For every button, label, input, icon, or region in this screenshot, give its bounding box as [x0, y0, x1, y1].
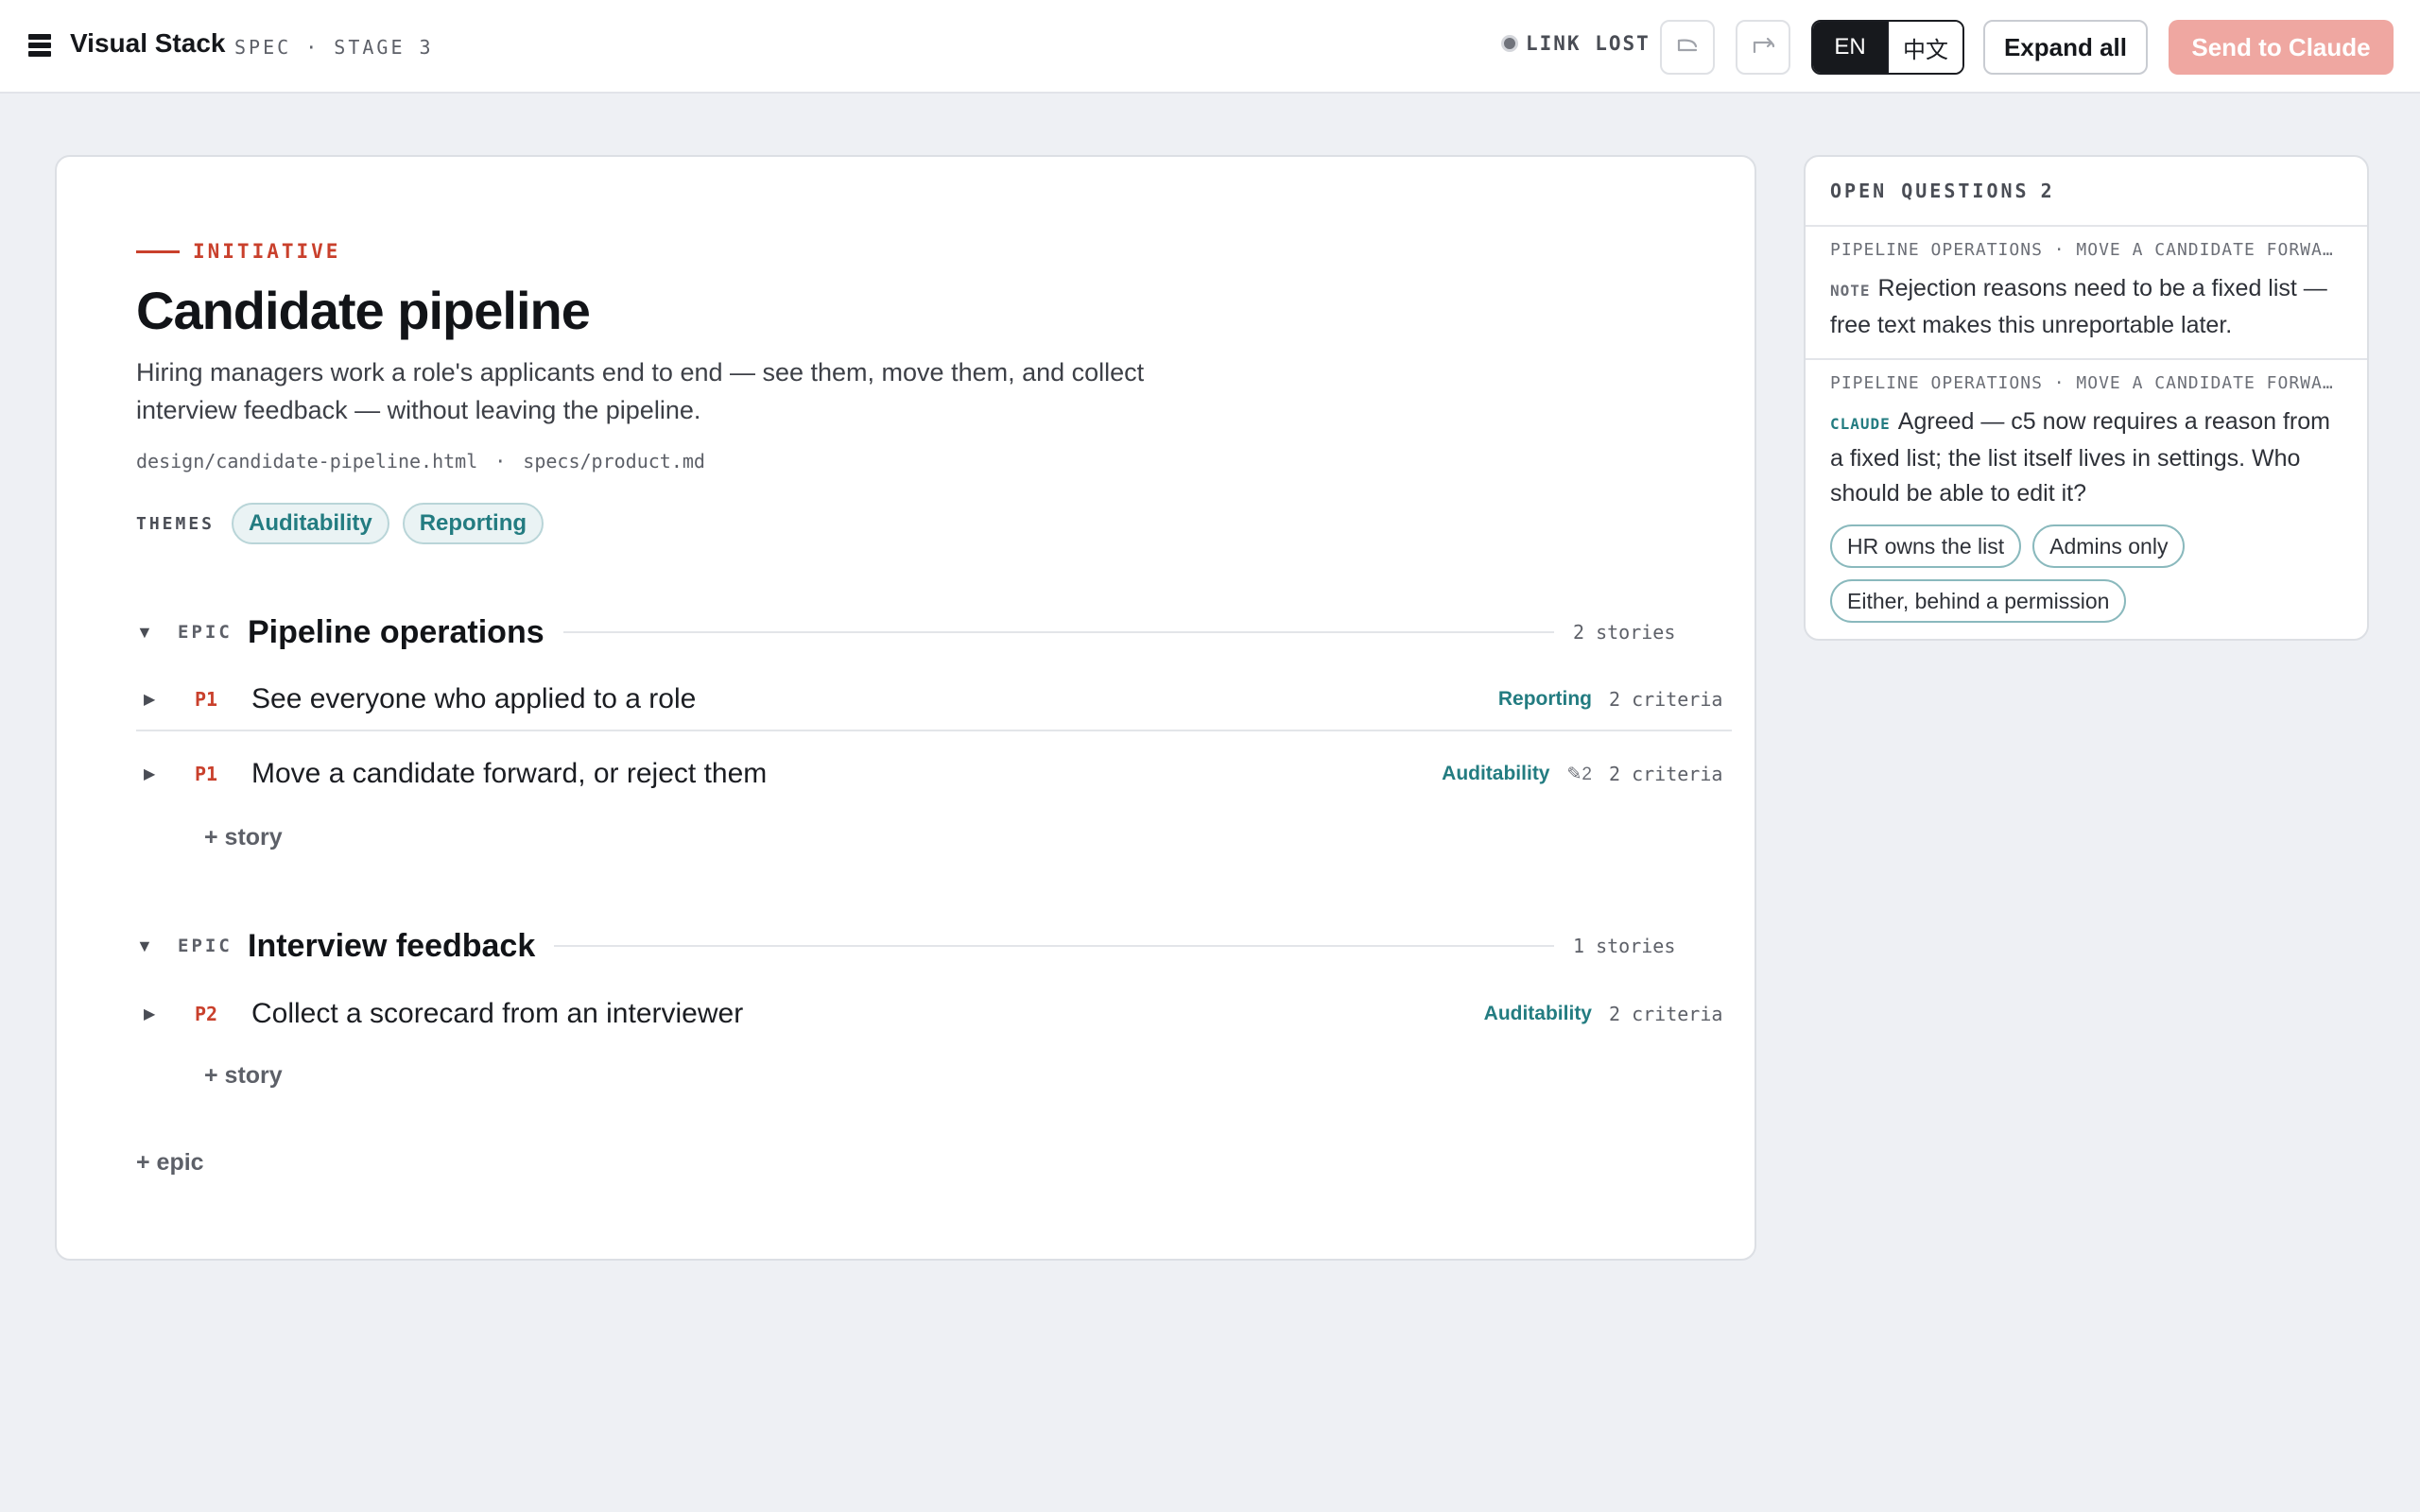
epic-title[interactable]: Pipeline operations — [248, 614, 544, 651]
story-title[interactable]: Move a candidate forward, or reject them — [251, 758, 1442, 790]
add-epic-button[interactable]: + epic — [136, 1149, 204, 1177]
story-priority: P1 — [195, 763, 218, 785]
question-item[interactable]: PIPELINE OPERATIONS · MOVE A CANDIDATE F… — [1806, 227, 2367, 360]
status-dot-icon — [1501, 35, 1518, 52]
add-story-button[interactable]: + story — [204, 1062, 283, 1090]
lang-en-button[interactable]: EN — [1813, 22, 1887, 73]
epic-header[interactable]: ▼ EPIC Interview feedback 1 stories — [136, 922, 1686, 970]
question-author: CLAUDE — [1830, 415, 1891, 433]
initiative-title[interactable]: Candidate pipeline — [136, 280, 591, 341]
open-questions-count: 2 — [2040, 180, 2055, 202]
caret-right-icon[interactable]: ▶ — [136, 765, 163, 783]
caret-down-icon[interactable]: ▼ — [136, 936, 163, 956]
question-text: Rejection reasons need to be a fixed lis… — [1830, 275, 2327, 338]
redo-icon — [1753, 37, 1775, 54]
top-bar: Visual Stack SPEC · STAGE 3 LINK LOST EN… — [0, 0, 2420, 94]
story-title[interactable]: See everyone who applied to a role — [251, 683, 1498, 715]
question-author: NOTE — [1830, 282, 1871, 300]
edit-count-badge: ✎2 — [1566, 764, 1593, 784]
themes-label: THEMES — [136, 513, 216, 534]
caret-down-icon[interactable]: ▼ — [136, 623, 163, 643]
initiative-kicker: INITIATIVE — [136, 240, 340, 263]
story-row[interactable]: ▶ P1 See everyone who applied to a role … — [136, 669, 1732, 731]
epic-story-count: 1 stories — [1573, 935, 1676, 957]
themes-row: THEMES Auditability Reporting — [136, 503, 544, 544]
story-priority: P2 — [195, 1003, 218, 1025]
lang-zh-button[interactable]: 中文 — [1887, 22, 1962, 73]
story-criteria-count: 2 criteria — [1609, 763, 1723, 785]
expand-all-button[interactable]: Expand all — [1983, 20, 2148, 75]
question-context: PIPELINE OPERATIONS · MOVE A CANDIDATE F… — [1830, 240, 2342, 260]
epic-tag: EPIC — [178, 622, 233, 643]
redo-button[interactable] — [1736, 20, 1790, 75]
status-label: LINK LOST — [1526, 32, 1651, 55]
open-questions-panel: OPEN QUESTIONS 2 PIPELINE OPERATIONS · M… — [1804, 155, 2369, 641]
app-title: Visual Stack — [70, 28, 226, 58]
question-body: NOTE Rejection reasons need to be a fixed… — [1830, 271, 2342, 343]
answer-choice-hr[interactable]: HR owns the list — [1830, 524, 2022, 568]
design-file-link[interactable]: design/candidate-pipeline.html — [136, 450, 477, 472]
story-theme: Auditability — [1483, 1003, 1592, 1024]
open-questions-title: OPEN QUESTIONS — [1830, 180, 2030, 202]
epic-header[interactable]: ▼ EPIC Pipeline operations 2 stories — [136, 609, 1686, 656]
undo-button[interactable] — [1660, 20, 1715, 75]
answer-choice-admins[interactable]: Admins only — [2032, 524, 2186, 568]
source-links: design/candidate-pipeline.html · specs/p… — [136, 450, 705, 472]
add-story-button[interactable]: + story — [204, 824, 283, 851]
question-text: Agreed — c5 now requires a reason from a… — [1830, 408, 2330, 507]
story-criteria-count: 2 criteria — [1609, 688, 1723, 711]
epic-tag: EPIC — [178, 936, 233, 956]
initiative-description[interactable]: Hiring managers work a role's applicants… — [136, 353, 1176, 429]
initiative-card: INITIATIVE Candidate pipeline Hiring man… — [55, 155, 1756, 1261]
connection-status: LINK LOST — [1501, 32, 1651, 55]
question-body: CLAUDE Agreed — c5 now requires a reason … — [1830, 404, 2342, 511]
story-row[interactable]: ▶ P1 Move a candidate forward, or reject… — [136, 743, 1732, 805]
epic-story-count: 2 stories — [1573, 621, 1676, 644]
story-criteria-count: 2 criteria — [1609, 1003, 1723, 1025]
story-row[interactable]: ▶ P2 Collect a scorecard from an intervi… — [136, 983, 1732, 1045]
story-priority: P1 — [195, 688, 218, 711]
answer-choices: HR owns the list Admins only Either, beh… — [1830, 524, 2342, 623]
kicker-rule — [136, 249, 180, 253]
open-questions-header: OPEN QUESTIONS 2 — [1806, 157, 2367, 227]
story-title[interactable]: Collect a scorecard from an interviewer — [251, 998, 1484, 1030]
epic-title[interactable]: Interview feedback — [248, 928, 535, 965]
theme-pill-reporting[interactable]: Reporting — [402, 503, 544, 544]
kicker-label: INITIATIVE — [193, 240, 341, 263]
app-subtitle: SPEC · STAGE 3 — [234, 36, 434, 59]
spec-file-link[interactable]: specs/product.md — [523, 450, 705, 472]
language-toggle: EN 中文 — [1811, 20, 1964, 75]
epic-divider — [554, 945, 1554, 947]
epic-divider — [562, 631, 1554, 633]
story-theme: Auditability — [1442, 763, 1550, 784]
question-item[interactable]: PIPELINE OPERATIONS · MOVE A CANDIDATE F… — [1806, 360, 2367, 638]
caret-right-icon[interactable]: ▶ — [136, 1005, 163, 1023]
send-to-claude-button[interactable]: Send to Claude — [2169, 20, 2394, 75]
theme-pill-auditability[interactable]: Auditability — [232, 503, 389, 544]
question-context: PIPELINE OPERATIONS · MOVE A CANDIDATE F… — [1830, 373, 2342, 393]
stack-logo-icon — [28, 34, 51, 57]
caret-right-icon[interactable]: ▶ — [136, 690, 163, 709]
story-theme: Reporting — [1497, 688, 1592, 710]
undo-icon — [1677, 39, 1698, 52]
answer-choice-permission[interactable]: Either, behind a permission — [1830, 579, 2127, 623]
link-separator: · — [494, 450, 507, 472]
